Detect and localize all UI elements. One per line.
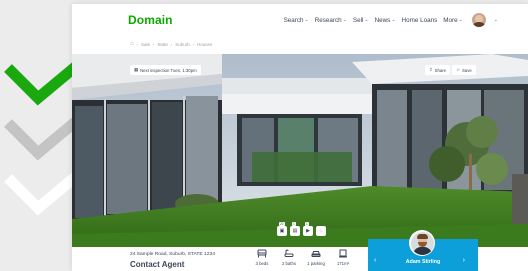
- listing-price: Contact Agent: [130, 260, 185, 269]
- listing-address: 24 Sample Road, Suburb, STATE 1234: [130, 252, 215, 257]
- feature-land-size: 171m²: [331, 249, 355, 266]
- star-icon: ☆: [456, 67, 460, 72]
- bath-icon: [284, 249, 294, 257]
- nav-sell[interactable]: Sell ⌄: [353, 17, 369, 24]
- nav-search[interactable]: Search ⌄: [284, 17, 309, 24]
- breadcrumb-item[interactable]: State: [157, 42, 168, 47]
- agent-avatar[interactable]: [409, 230, 435, 256]
- breadcrumb-item[interactable]: Suburb: [175, 42, 190, 47]
- inspection-badge[interactable]: ▦ Next inspection Tues, 1:30pm: [130, 65, 201, 75]
- video-icon: ▶: [306, 228, 310, 234]
- house-photo: [72, 54, 528, 247]
- breadcrumb-separator: ›: [136, 41, 138, 47]
- agent-name: Adam Stirling: [405, 259, 441, 265]
- share-button[interactable]: ⇪ Share: [425, 65, 451, 75]
- page: Domain Search ⌄ Research ⌄ Sell ⌄ News ⌄ Hom…: [0, 0, 528, 271]
- nav-home-loans[interactable]: Home Loans: [402, 17, 438, 24]
- chevron-down-icon: ⌄: [458, 17, 463, 23]
- hero-actions: ⇪ Share ☆ Save: [425, 65, 476, 75]
- chevron-right-icon[interactable]: ›: [463, 257, 465, 264]
- property-features: 3 beds 2 baths 1 parking 171m²: [250, 249, 355, 266]
- account-chevron-down-icon[interactable]: ⌄: [494, 17, 498, 23]
- chevron-down-icon: ⌄: [304, 17, 309, 23]
- floorplan-count: 1: [292, 222, 296, 226]
- photos-icon: ▣: [279, 228, 285, 234]
- domain-logo[interactable]: Domain: [128, 13, 173, 27]
- nav-news[interactable]: News ⌄: [375, 17, 396, 24]
- 3d-tour-icon: ◌: [319, 228, 323, 234]
- land-size-icon: [339, 249, 347, 258]
- breadcrumb: ⌂ › Sale › State › Suburb › Houses: [130, 41, 212, 47]
- feature-parking: 1 parking: [304, 249, 328, 266]
- chevron-down-icon: ⌄: [391, 17, 396, 23]
- calendar-icon: ▦: [134, 67, 139, 72]
- photo-count: 20: [279, 222, 285, 226]
- breadcrumb-separator: ›: [192, 41, 195, 47]
- share-icon: ⇪: [429, 67, 433, 72]
- hero-image[interactable]: ▦ Next inspection Tues, 1:30pm ⇪ Share ☆…: [72, 54, 528, 247]
- floorplan-button[interactable]: 1 ▤: [290, 222, 300, 236]
- breadcrumb-item[interactable]: Sale: [141, 42, 150, 47]
- home-icon[interactable]: ⌂: [130, 41, 134, 47]
- photos-button[interactable]: 20 ▣: [277, 222, 287, 236]
- breadcrumb-separator: ›: [170, 41, 173, 47]
- user-avatar[interactable]: [471, 13, 486, 27]
- feature-beds: 3 beds: [250, 249, 274, 266]
- chevron-down-icon: ⌄: [342, 17, 347, 23]
- breadcrumb-item: Houses: [197, 41, 213, 47]
- media-buttons: 20 ▣ 1 ▤ 1 ▶ ◌: [277, 222, 326, 236]
- listing-page-card: Domain Search ⌄ Research ⌄ Sell ⌄ News ⌄ Hom…: [72, 4, 528, 271]
- video-button[interactable]: 1 ▶: [303, 222, 313, 236]
- feature-baths: 2 baths: [277, 249, 301, 266]
- main-nav: Search ⌄ Research ⌄ Sell ⌄ News ⌄ Home Loans…: [284, 13, 498, 27]
- chevron-down-icon: ⌄: [364, 17, 369, 23]
- site-header: Domain Search ⌄ Research ⌄ Sell ⌄ News ⌄ Hom…: [72, 4, 528, 36]
- nav-more[interactable]: More ⌄: [443, 17, 463, 24]
- 3d-tour-button[interactable]: ◌: [316, 226, 326, 236]
- car-icon: [311, 251, 321, 257]
- nav-research[interactable]: Research ⌄: [315, 17, 347, 24]
- video-count: 1: [305, 222, 309, 226]
- bed-icon: [257, 249, 267, 258]
- save-button[interactable]: ☆ Save: [452, 65, 476, 75]
- breadcrumb-separator: ›: [152, 41, 155, 47]
- floorplan-icon: ▤: [292, 228, 298, 234]
